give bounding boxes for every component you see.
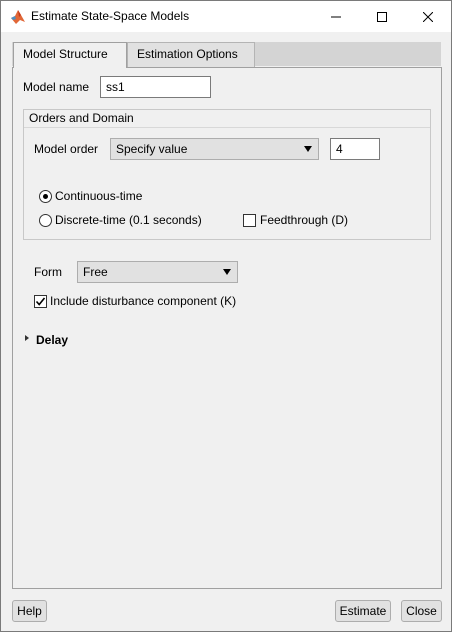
model-order-mode-value: Specify value xyxy=(116,142,188,156)
help-button[interactable]: Help xyxy=(12,600,47,622)
disturbance-label[interactable]: Include disturbance component (K) xyxy=(50,294,236,308)
feedthrough-checkbox[interactable] xyxy=(243,214,256,227)
model-order-mode-dropdown[interactable]: Specify value xyxy=(110,138,319,160)
tab-model-structure[interactable]: Model Structure xyxy=(13,42,127,68)
continuous-time-label[interactable]: Continuous-time xyxy=(55,189,142,203)
expand-chevron-icon[interactable] xyxy=(25,335,29,341)
form-dropdown[interactable]: Free xyxy=(77,261,238,283)
delay-section-label[interactable]: Delay xyxy=(36,333,68,347)
discrete-time-label[interactable]: Discrete-time (0.1 seconds) xyxy=(55,213,202,227)
model-order-label: Model order xyxy=(34,142,99,156)
orders-domain-title: Orders and Domain xyxy=(24,110,430,128)
discrete-time-radio[interactable] xyxy=(39,214,52,227)
maximize-icon xyxy=(377,11,387,22)
dropdown-arrow-icon xyxy=(223,269,231,275)
close-button[interactable]: Close xyxy=(401,600,442,622)
model-name-label: Model name xyxy=(23,80,90,94)
dialog-window: Estimate State-Space Models Model Struct… xyxy=(0,0,452,632)
tab-estimation-options[interactable]: Estimation Options xyxy=(127,42,255,67)
radio-selected-dot xyxy=(43,194,48,199)
continuous-time-radio[interactable] xyxy=(39,190,52,203)
title-bar: Estimate State-Space Models xyxy=(1,1,451,32)
checkmark-icon xyxy=(35,297,46,306)
matlab-logo-icon xyxy=(10,9,26,25)
minimize-button[interactable] xyxy=(313,1,359,32)
window-title: Estimate State-Space Models xyxy=(31,9,190,23)
close-icon xyxy=(423,11,433,22)
feedthrough-label[interactable]: Feedthrough (D) xyxy=(260,213,348,227)
form-label: Form xyxy=(34,265,62,279)
minimize-icon xyxy=(331,16,341,17)
estimate-button[interactable]: Estimate xyxy=(335,600,391,622)
form-value: Free xyxy=(83,265,108,279)
disturbance-checkbox[interactable] xyxy=(34,295,47,308)
close-window-button[interactable] xyxy=(405,1,451,32)
dropdown-arrow-icon xyxy=(304,146,312,152)
model-order-input[interactable]: 4 xyxy=(330,138,380,160)
maximize-button[interactable] xyxy=(359,1,405,32)
model-name-input[interactable]: ss1 xyxy=(100,76,211,98)
